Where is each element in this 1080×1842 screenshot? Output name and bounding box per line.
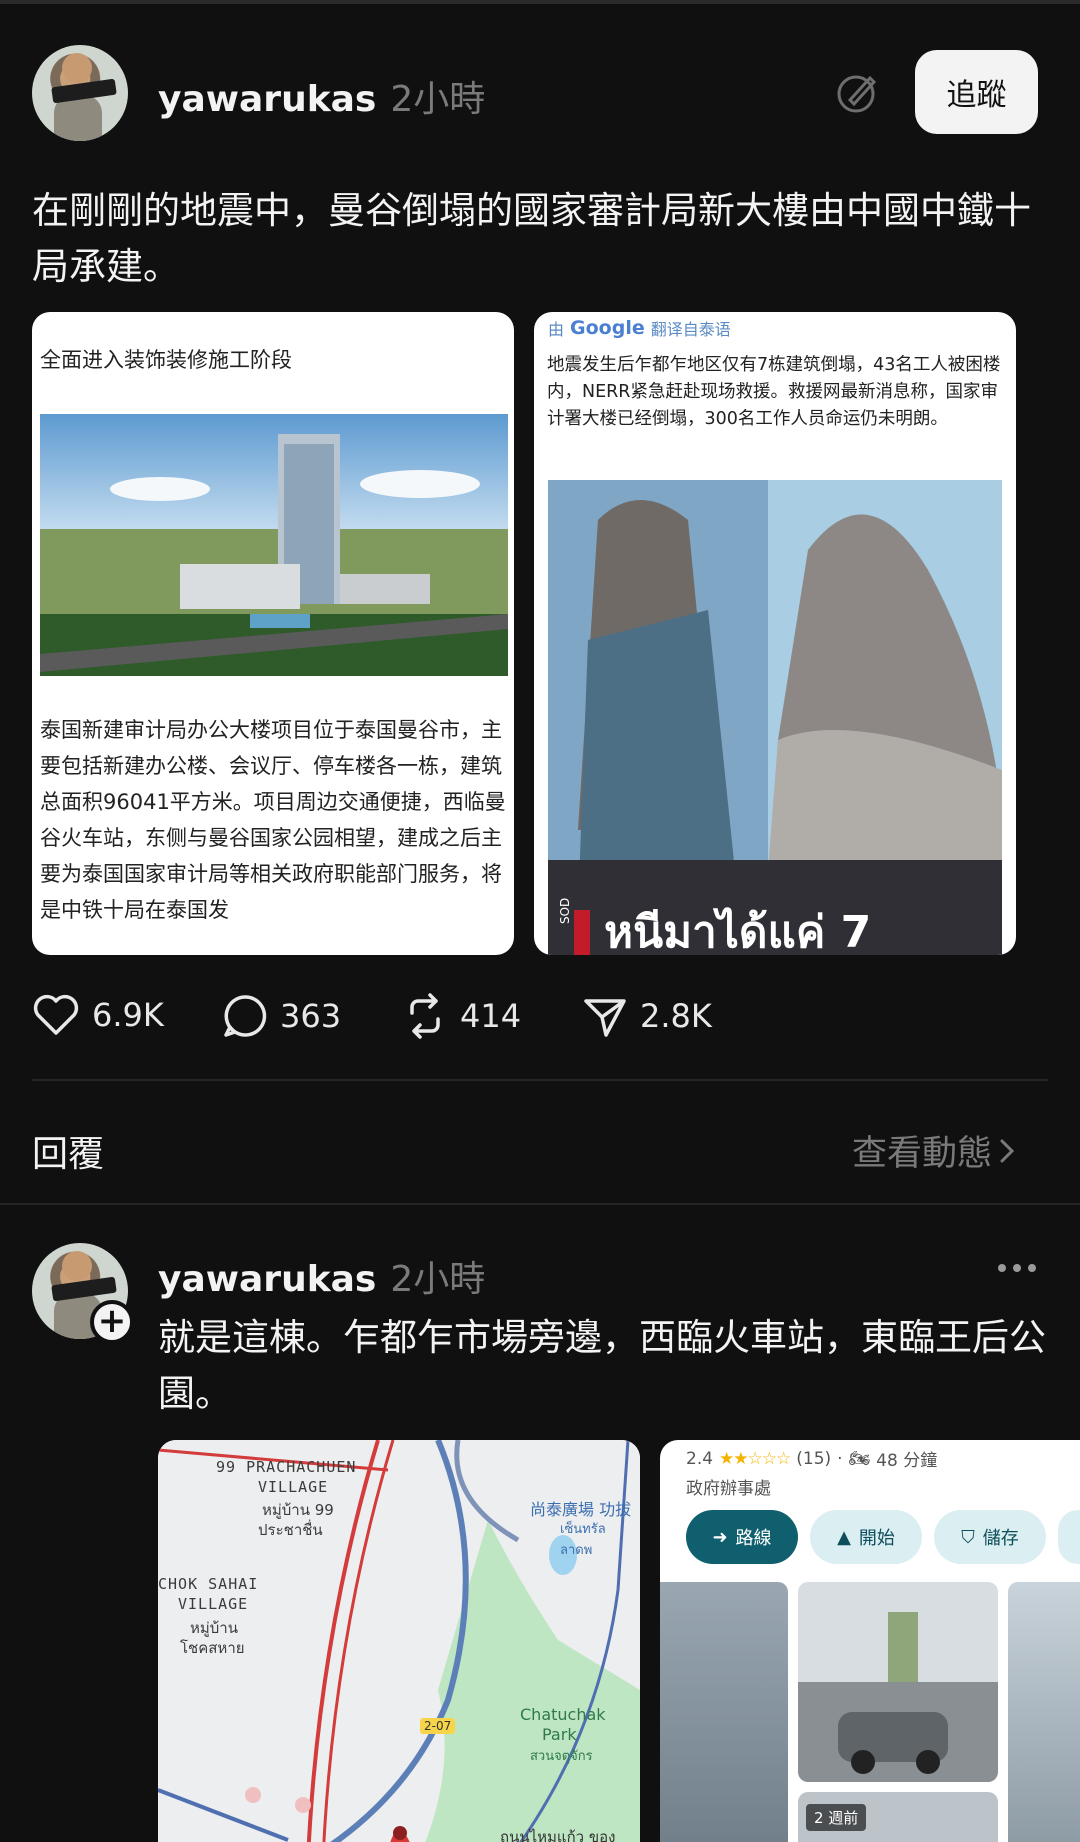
view-activity-label: 查看動態	[852, 1134, 993, 1174]
map-label-1-th2: ประชาชื่น	[258, 1521, 323, 1539]
repost-button[interactable]: 414	[402, 993, 521, 1039]
save-button[interactable]: ⛉ 儲存	[934, 1510, 1046, 1564]
image1-caption: 全面进入装饰装修施工阶段	[40, 348, 292, 372]
start-label: 開始	[858, 1528, 895, 1549]
follow-button[interactable]: 追蹤	[915, 50, 1038, 134]
map-label-1: 99 PRACHACHUEN	[216, 1458, 357, 1476]
rating-value: 2.4	[686, 1448, 714, 1469]
view-activity-link[interactable]: 查看動態	[852, 1125, 1022, 1176]
side-tag: SOD	[558, 897, 572, 924]
post-text: 在剛剛的地震中，曼谷倒塌的國家審計局新大樓由中國中鐵十局承建。	[32, 189, 1031, 288]
collapse-overlay-text: หนีมาได้แค่ 7	[604, 907, 872, 955]
road-badge: 2-07	[420, 1718, 456, 1734]
image2-body: 地震发生后乍都乍地区仅有7栋建筑倒塌，43名工人被困楼内，NERR紧急赶赴现场救…	[547, 355, 1001, 429]
map-shop-th: เซ็นทรัล ลาดพ	[560, 1522, 606, 1558]
reply-username[interactable]: yawarukas	[158, 1259, 376, 1300]
rating-stars-icon: ★★☆☆☆	[719, 1448, 791, 1469]
map-shop-label: 尚泰廣場 功拔	[530, 1500, 632, 1519]
google-logo: Google	[570, 317, 645, 339]
map-park-th: สวนจตุจักร	[530, 1749, 593, 1764]
map-park-label: Chatuchak	[520, 1705, 606, 1724]
place-photo-3[interactable]: 2 週前	[798, 1792, 998, 1842]
mute-icon[interactable]	[836, 70, 880, 118]
replies-divider	[0, 1203, 1080, 1205]
like-button[interactable]: 6.9K	[32, 993, 164, 1037]
place-rating-row: 2.4 ★★☆☆☆ (15) · 🏍 48 分鐘	[686, 1446, 938, 1472]
reply-text: 就是這棟。乍都乍市場旁邊，西臨火車站，東臨王后公園。	[158, 1316, 1046, 1415]
repost-count: 414	[460, 997, 522, 1035]
map-image[interactable]: 99 PRACHACHUEN VILLAGE หมู่บ้าน 99 ประชา…	[158, 1440, 640, 1842]
route-button[interactable]: ➜ 路線	[686, 1510, 798, 1564]
photo-date-badge: 2 週前	[806, 1804, 867, 1831]
comment-count: 363	[280, 997, 342, 1035]
map-label-2b: VILLAGE	[178, 1595, 249, 1613]
post-header: yawarukas 2小時	[158, 70, 485, 122]
username[interactable]: yawarukas	[158, 79, 376, 120]
post-image-2[interactable]: 由 Google 翻译自泰语 地震发生后乍都乍地区仅有7栋建筑倒塌，43名工人被…	[534, 312, 1016, 955]
map-park-label-2: Park	[542, 1725, 577, 1744]
place-photo-2[interactable]	[798, 1582, 998, 1782]
translate-bar: 由 Google 翻译自泰语	[548, 316, 731, 340]
share-count: 2.8K	[640, 997, 712, 1035]
review-count: (15)	[796, 1448, 832, 1469]
motorbike-icon: 🏍	[848, 1448, 871, 1469]
start-button[interactable]: ▲ 開始	[810, 1510, 922, 1564]
collapse-photo	[548, 480, 1002, 955]
like-count: 6.9K	[92, 996, 164, 1034]
place-card[interactable]: 2.4 ★★☆☆☆ (15) · 🏍 48 分鐘 政府辦事處 ➜ 路線 ▲ 開始…	[660, 1440, 1080, 1842]
comment-icon	[224, 995, 267, 1037]
chevron-right-icon	[1000, 1139, 1015, 1162]
map-bottom-label: ถนนไหมแก้ว ของ	[500, 1828, 616, 1842]
send-icon	[584, 999, 626, 1037]
translate-suffix: 翻译自泰语	[650, 320, 731, 339]
top-divider	[0, 0, 1080, 4]
place-photo-4[interactable]	[1008, 1582, 1080, 1842]
route-label: 路線	[735, 1528, 772, 1549]
navigation-arrow-icon: ▲	[837, 1526, 851, 1548]
image1-body: 泰国新建审计局办公大楼项目位于泰国曼谷市，主要包括新建办公楼、会议厅、停车楼各一…	[40, 718, 506, 922]
map-label-2: CHOK SAHAI	[158, 1575, 259, 1593]
bookmark-icon: ⛉	[961, 1526, 975, 1548]
follow-plus-icon[interactable]: +	[90, 1300, 134, 1344]
translate-prefix: 由	[548, 320, 565, 339]
post-image-1[interactable]: 全面进入装饰装修施工阶段 泰国新建审计局办公大楼项目位于泰国曼谷市，主要包括新建…	[32, 312, 514, 955]
avatar-head	[62, 53, 92, 83]
repost-icon	[410, 993, 440, 1039]
map-label-1b: VILLAGE	[258, 1478, 329, 1496]
place-category: 政府辦事處	[686, 1479, 771, 1499]
reply-time: 2小時	[390, 1259, 486, 1300]
heart-icon	[33, 994, 79, 1035]
replies-title: 回覆	[32, 1134, 105, 1175]
place-photo-1[interactable]	[660, 1582, 788, 1842]
travel-time: 48 分鐘	[876, 1451, 938, 1471]
reply-avatar-head	[62, 1251, 92, 1281]
reply-header: yawarukas 2小時	[158, 1250, 485, 1302]
share-button[interactable]: 2.8K	[582, 993, 712, 1039]
map-label-2-th2: โชคสหาย	[180, 1639, 245, 1657]
comment-button[interactable]: 363	[222, 993, 341, 1039]
stats-divider	[32, 1079, 1048, 1081]
avatar[interactable]	[32, 45, 128, 141]
save-label: 儲存	[982, 1528, 1019, 1549]
post-time: 2小時	[390, 79, 486, 120]
more-actions-button[interactable]	[1058, 1510, 1080, 1564]
more-options-icon[interactable]	[998, 1264, 1036, 1272]
building-rendering	[40, 414, 508, 676]
directions-icon: ➜	[712, 1526, 728, 1548]
